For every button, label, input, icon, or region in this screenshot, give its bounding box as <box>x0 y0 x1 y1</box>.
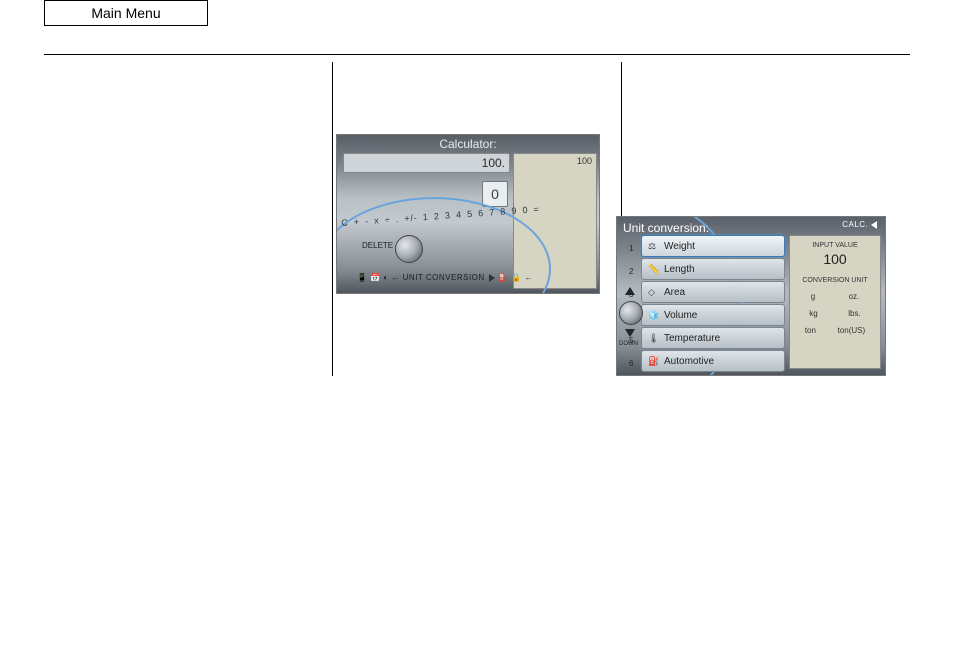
conversion-unit-label: CONVERSION UNIT <box>794 277 876 284</box>
unit-knob[interactable] <box>619 301 643 325</box>
unit-to: oz. <box>849 292 860 301</box>
unit-item-area[interactable]: ◇ Area <box>641 281 785 303</box>
triangle-left-icon <box>871 221 877 229</box>
calculator-key-zero[interactable]: 0 <box>482 181 508 207</box>
main-menu-button[interactable]: Main Menu <box>44 0 208 26</box>
unit-item-label: Automotive <box>664 356 714 367</box>
weight-icon: ⚖ <box>648 241 660 252</box>
calculator-knob[interactable] <box>395 235 423 263</box>
main-menu-label: Main Menu <box>91 5 160 21</box>
row-num: 6 <box>629 352 633 375</box>
unit-conversion-label: UNIT CONVERSION <box>403 273 485 282</box>
unit-item-label: Weight <box>664 241 695 252</box>
row-num: 1 <box>629 237 633 260</box>
input-value: 100 <box>794 251 876 267</box>
scroll-down-icon[interactable] <box>625 329 635 337</box>
unit-item-weight[interactable]: ⚖ Weight <box>641 235 785 257</box>
horizontal-rule <box>44 54 910 55</box>
unit-conversion-title: Unit conversion: <box>623 221 709 235</box>
calculator-title: Calculator: <box>337 137 599 151</box>
column-3: Unit conversion: CALC. 1 2 3 4 5 6 ⚖ Wei… <box>622 62 910 376</box>
column-1 <box>44 62 332 376</box>
input-value-label: INPUT VALUE <box>794 242 876 249</box>
unit-to: lbs. <box>848 309 860 318</box>
unit-item-label: Temperature <box>664 333 720 344</box>
triangle-right-icon <box>489 274 495 282</box>
volume-icon: 🧊 <box>648 310 660 321</box>
unit-item-volume[interactable]: 🧊 Volume <box>641 304 785 326</box>
unit-from: ton <box>805 326 816 335</box>
unit-from: kg <box>809 309 817 318</box>
calculator-side-panel: 100 <box>513 153 597 289</box>
calculator-screenshot: Calculator: 100. 100 0 C + - x ÷ . +/- 1… <box>336 134 600 294</box>
temperature-icon: 🌡 <box>648 333 660 344</box>
unit-pair-row[interactable]: g oz. <box>794 292 876 301</box>
unit-item-label: Volume <box>664 310 697 321</box>
icon-cluster-left: 📱 📅 ◐ ← <box>357 273 400 282</box>
scroll-up-icon[interactable] <box>625 287 635 295</box>
unit-from: g <box>811 292 815 301</box>
calc-return-button[interactable]: CALC. <box>842 220 879 229</box>
content-columns: Calculator: 100. 100 0 C + - x ÷ . +/- 1… <box>44 62 910 376</box>
calculator-display: 100. <box>343 153 510 173</box>
row-num: 2 <box>629 260 633 283</box>
unit-item-length[interactable]: 📏 Length <box>641 258 785 280</box>
down-label: DOWN <box>619 341 638 347</box>
delete-text: DELETE <box>362 241 393 250</box>
area-icon: ◇ <box>648 287 660 298</box>
unit-item-label: Area <box>664 287 685 298</box>
unit-item-automotive[interactable]: ⛽ Automotive <box>641 350 785 372</box>
unit-pair-row[interactable]: ton ton(US) <box>794 326 876 335</box>
calc-return-label: CALC. <box>842 220 868 229</box>
calculator-arc-keys[interactable]: C + - x ÷ . +/- 1 2 3 4 5 6 7 8 9 0 = <box>341 204 540 228</box>
unit-to: ton(US) <box>838 326 866 335</box>
unit-pair-row[interactable]: kg lbs. <box>794 309 876 318</box>
icon-cluster-right: ⛽ 🔒 ← <box>498 273 533 282</box>
length-icon: 📏 <box>648 264 660 275</box>
unit-category-list: ⚖ Weight 📏 Length ◇ Area 🧊 Volume 🌡 <box>641 235 785 373</box>
automotive-icon: ⛽ <box>648 356 660 367</box>
unit-side-panel: INPUT VALUE 100 CONVERSION UNIT g oz. kg… <box>789 235 881 369</box>
unit-item-label: Length <box>664 264 695 275</box>
unit-item-temperature[interactable]: 🌡 Temperature <box>641 327 785 349</box>
column-2: Calculator: 100. 100 0 C + - x ÷ . +/- 1… <box>333 62 621 376</box>
unit-conversion-screenshot: Unit conversion: CALC. 1 2 3 4 5 6 ⚖ Wei… <box>616 216 886 376</box>
calculator-bottom-row[interactable]: 📱 📅 ◐ ← UNIT CONVERSION ⛽ 🔒 ← <box>357 273 533 282</box>
